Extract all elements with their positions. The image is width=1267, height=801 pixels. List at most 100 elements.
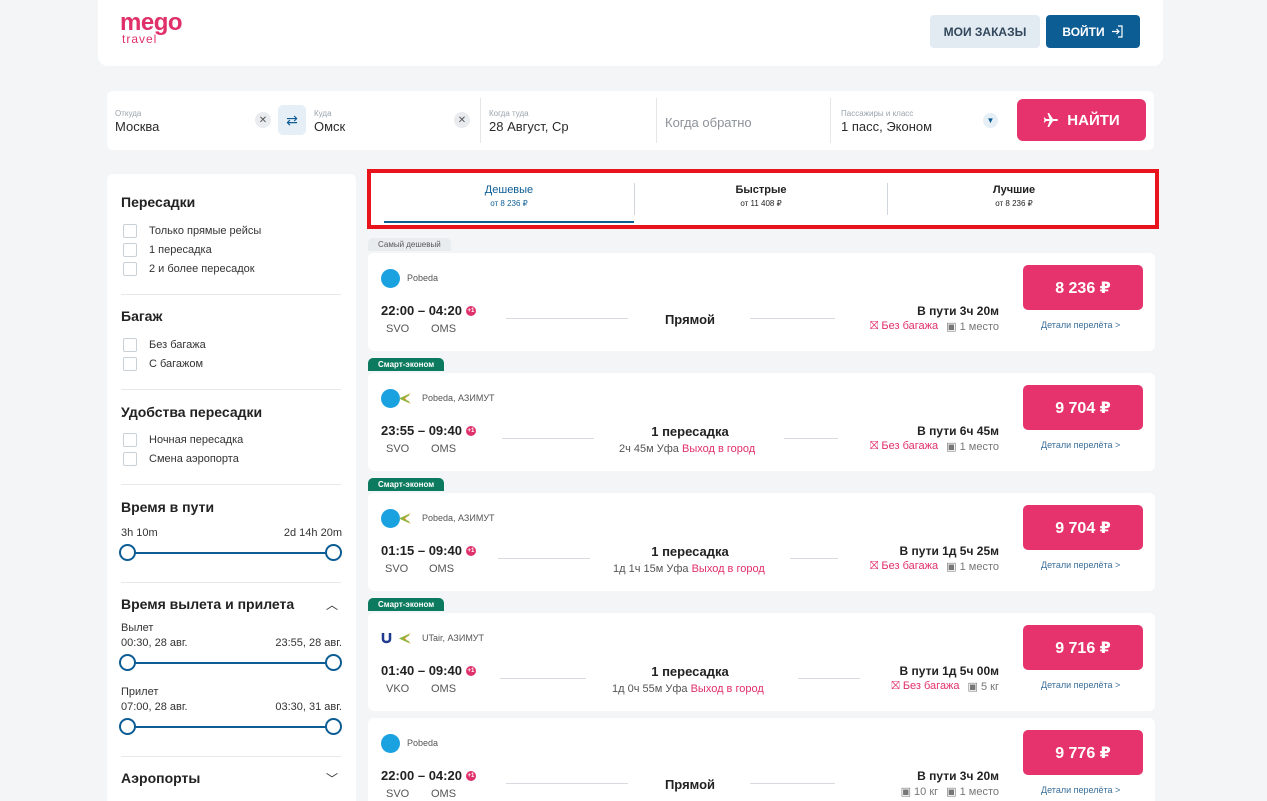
baggage-text: 10 кг <box>914 786 939 798</box>
filter-direct-only[interactable]: Только прямые рейсы <box>123 224 261 238</box>
filters-sidebar: Пересадки Только прямые рейсы 1 пересадк… <box>107 174 356 801</box>
flight-details-link[interactable]: Детали перелёта > <box>1041 680 1120 690</box>
checkbox[interactable] <box>123 452 137 466</box>
departure-slider[interactable] <box>128 662 334 664</box>
from-field[interactable]: Откуда Москва ✕ <box>107 91 277 150</box>
search-form: Откуда Москва ✕ ⇄ Куда Омск ✕ Когда туда… <box>107 91 1154 150</box>
city-exit-label: Выход в город <box>690 683 764 695</box>
duration: В пути 3ч 20м <box>917 304 999 318</box>
transfer-info: 1д 1ч 15м Уфа Выход в город <box>613 563 765 575</box>
slider-handle-min[interactable] <box>119 718 136 735</box>
route-line <box>506 318 628 319</box>
hand-luggage-label: ▣ 5 кг <box>967 681 999 693</box>
passengers-field[interactable]: Пассажиры и класс 1 пасс, Эконом <box>831 91 1003 150</box>
hand-luggage-text: 1 место <box>959 441 999 453</box>
chevron-down-icon[interactable]: ﹀ <box>326 770 338 787</box>
price-button[interactable]: 9 704 ₽ <box>1023 505 1143 550</box>
flight-card[interactable]: Pobeda 22:00 – 04:20 +1 SVO OMS Прямой В … <box>368 718 1155 801</box>
flight-details-link[interactable]: Детали перелёта > <box>1041 560 1120 570</box>
divider <box>121 582 341 583</box>
flight-card[interactable]: UTair, АЗИМУТ 01:40 – 09:40 +1 VKO OMS 1 … <box>368 613 1155 711</box>
filter-label: Ночная пересадка <box>149 434 244 446</box>
flight-details-link[interactable]: Детали перелёта > <box>1041 440 1120 450</box>
times-text: 01:15 – 09:40 <box>381 543 462 558</box>
filter-no-baggage[interactable]: Без багажа <box>123 338 206 352</box>
checkbox[interactable] <box>123 243 137 257</box>
filter-with-baggage[interactable]: С багажом <box>123 357 203 371</box>
flight-card[interactable]: Pobeda, АЗИМУТ 23:55 – 09:40 +1 SVO OMS 1… <box>368 373 1155 471</box>
comfort-title: Удобства пересадки <box>121 404 263 420</box>
arrival-slider[interactable] <box>128 726 334 728</box>
price-button[interactable]: 9 716 ₽ <box>1023 625 1143 670</box>
slider-handle-min[interactable] <box>119 544 136 561</box>
airline-name: UTair, АЗИМУТ <box>422 633 485 643</box>
price-button[interactable]: 9 776 ₽ <box>1023 730 1143 775</box>
return-date-field[interactable]: Когда обратно <box>657 91 830 150</box>
stops-label: Прямой <box>664 312 716 327</box>
airline-name: Pobeda, АЗИМУТ <box>422 513 495 523</box>
chevron-down-icon[interactable]: ▼ <box>983 113 998 128</box>
filter-airport-change[interactable]: Смена аэропорта <box>123 452 239 466</box>
filter-one-transfer[interactable]: 1 пересадка <box>123 243 212 257</box>
pobeda-azimut-logo-icon <box>381 389 411 408</box>
mego-logo[interactable]: mego travel <box>120 11 200 48</box>
next-day-icon: +1 <box>465 545 476 556</box>
flight-details-link[interactable]: Детали перелёта > <box>1041 785 1120 795</box>
checkbox[interactable] <box>123 338 137 352</box>
from-value: Москва <box>115 119 160 134</box>
slider-handle-max[interactable] <box>325 544 342 561</box>
pax-value: 1 пасс, Эконом <box>841 119 933 134</box>
checkbox[interactable] <box>123 224 137 238</box>
price-button[interactable]: 8 236 ₽ <box>1023 265 1143 310</box>
transfers-title: Пересадки <box>121 194 196 210</box>
filter-label: С багажом <box>149 358 204 370</box>
login-button[interactable]: ВОЙТИ <box>1046 15 1140 48</box>
route-line <box>506 783 628 784</box>
slider-handle-max[interactable] <box>325 718 342 735</box>
tab-cheapest[interactable]: Дешевые от 8 236 ₽ <box>384 173 634 225</box>
slider-handle-max[interactable] <box>325 654 342 671</box>
cheapest-badge: Самый дешевый <box>368 238 451 251</box>
route-line <box>498 558 590 559</box>
chevron-up-icon[interactable]: ︿ <box>326 596 338 613</box>
tab-best[interactable]: Лучшие от 8 236 ₽ <box>888 173 1140 225</box>
times-text: 01:40 – 09:40 <box>381 663 462 678</box>
route-line <box>798 678 860 679</box>
filter-two-plus-transfers[interactable]: 2 и более пересадок <box>123 262 255 276</box>
filter-night-transfer[interactable]: Ночная пересадка <box>123 433 243 447</box>
login-label: ВОЙТИ <box>1062 24 1105 39</box>
sort-tabs: Дешевые от 8 236 ₽ Быстрые от 11 408 ₽ Л… <box>367 169 1159 229</box>
clear-from-icon[interactable]: ✕ <box>255 112 271 128</box>
flight-card[interactable]: Pobeda 22:00 – 04:20 +1 SVO OMS Прямой В … <box>368 253 1155 351</box>
clear-to-icon[interactable]: ✕ <box>454 112 470 128</box>
next-day-icon: +1 <box>465 770 476 781</box>
pax-label: Пассажиры и класс <box>841 109 914 118</box>
price-button[interactable]: 9 704 ₽ <box>1023 385 1143 430</box>
flight-details-link[interactable]: Детали перелёта > <box>1041 320 1120 330</box>
no-baggage-label: ⛝ Без багажа <box>869 320 939 332</box>
to-field[interactable]: Куда Омск ✕ <box>306 91 478 150</box>
find-button[interactable]: НАЙТИ <box>1017 99 1146 141</box>
tab-fastest[interactable]: Быстрые от 11 408 ₽ <box>635 173 887 225</box>
checkbox[interactable] <box>123 262 137 276</box>
slider-handle-min[interactable] <box>119 654 136 671</box>
swap-icon[interactable]: ⇄ <box>278 105 306 135</box>
departure-airport: SVO <box>386 443 410 455</box>
transfer-duration: 1д 0ч 55м Уфа <box>612 683 688 695</box>
hand-luggage-label: ▣ 1 место <box>946 441 999 453</box>
my-orders-button[interactable]: МОИ ЗАКАЗЫ <box>930 15 1040 48</box>
pobeda-logo-icon <box>381 269 400 288</box>
flight-card[interactable]: Pobeda, АЗИМУТ 01:15 – 09:40 +1 SVO OMS 1… <box>368 493 1155 591</box>
route-line <box>790 558 838 559</box>
departure-max: 23:55, 28 авг. <box>275 637 342 649</box>
checkbox[interactable] <box>123 433 137 447</box>
travel-time-slider[interactable] <box>128 552 334 554</box>
tab-price: от 8 236 ₽ <box>490 199 528 208</box>
arrival-min: 07:00, 28 авг. <box>121 701 188 713</box>
depart-date-field[interactable]: Когда туда 28 Август, Ср <box>481 91 655 150</box>
divider <box>121 484 341 485</box>
checkbox[interactable] <box>123 357 137 371</box>
smart-economy-badge: Смарт-эконом <box>368 478 445 491</box>
flight-times: 22:00 – 04:20 +1 <box>381 303 476 318</box>
arrival-label: Прилет <box>121 686 159 698</box>
